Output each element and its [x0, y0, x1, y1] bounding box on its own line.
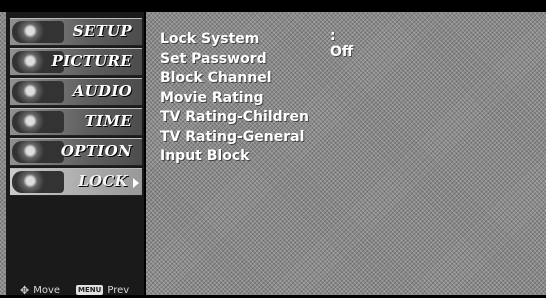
menu-item-lock[interactable]: LOCK	[10, 168, 142, 196]
list-item-label: TV Rating-Children	[160, 109, 310, 125]
audio-icon	[12, 81, 64, 103]
list-item-label: TV Rating-General	[160, 128, 305, 145]
list-item-set-password[interactable]: Set Password	[160, 48, 309, 68]
list-item-label: Block Channel	[160, 70, 272, 86]
list-item-movie-rating[interactable]: Movie Rating	[160, 87, 309, 107]
menu-item-label: PICTURE	[51, 52, 132, 70]
list-item-label: Movie Rating	[160, 89, 264, 106]
selected-arrow-icon	[133, 178, 139, 188]
setup-icon	[12, 21, 64, 43]
move-label: Move	[33, 284, 61, 296]
list-item-tv-rating-general[interactable]: TV Rating-General	[160, 126, 309, 146]
menu-item-label: OPTION	[60, 142, 132, 160]
menu-item-label: AUDIO	[72, 82, 132, 100]
menu-item-picture[interactable]: PICTURE	[10, 48, 142, 76]
list-item-input-block[interactable]: Input Block	[160, 145, 309, 165]
menu-item-label: SETUP	[72, 22, 132, 40]
list-item-block-channel[interactable]: Block Channel	[160, 67, 309, 87]
menu-item-label: TIME	[84, 112, 132, 130]
list-item-label: Set Password	[160, 50, 267, 67]
menu-item-label: LOCK	[78, 172, 128, 190]
list-item-lock-system[interactable]: Lock System : Off	[160, 28, 353, 60]
lock-system-value: : Off	[330, 28, 354, 60]
top-frame	[0, 0, 546, 12]
lock-submenu: Lock System : Off Set Password Block Cha…	[160, 28, 353, 165]
tv-osd-screen: SETUP PICTURE AUDIO TIME OPTION LOCK ✥ M…	[0, 0, 546, 298]
lock-icon	[12, 171, 64, 193]
list-item-label: Lock System	[160, 31, 260, 47]
main-menu-sidebar: SETUP PICTURE AUDIO TIME OPTION LOCK ✥ M…	[6, 12, 146, 297]
list-item-tv-rating-children[interactable]: TV Rating-Children	[160, 106, 309, 126]
time-icon	[12, 111, 64, 133]
option-icon	[12, 141, 64, 163]
menu-item-setup[interactable]: SETUP	[10, 18, 142, 46]
menu-item-time[interactable]: TIME	[10, 108, 142, 136]
prev-label: Prev	[107, 284, 130, 296]
menu-item-option[interactable]: OPTION	[10, 138, 142, 166]
menu-item-audio[interactable]: AUDIO	[10, 78, 142, 106]
menu-key-icon: MENU	[76, 285, 104, 295]
list-item-label: Input Block	[160, 148, 250, 164]
